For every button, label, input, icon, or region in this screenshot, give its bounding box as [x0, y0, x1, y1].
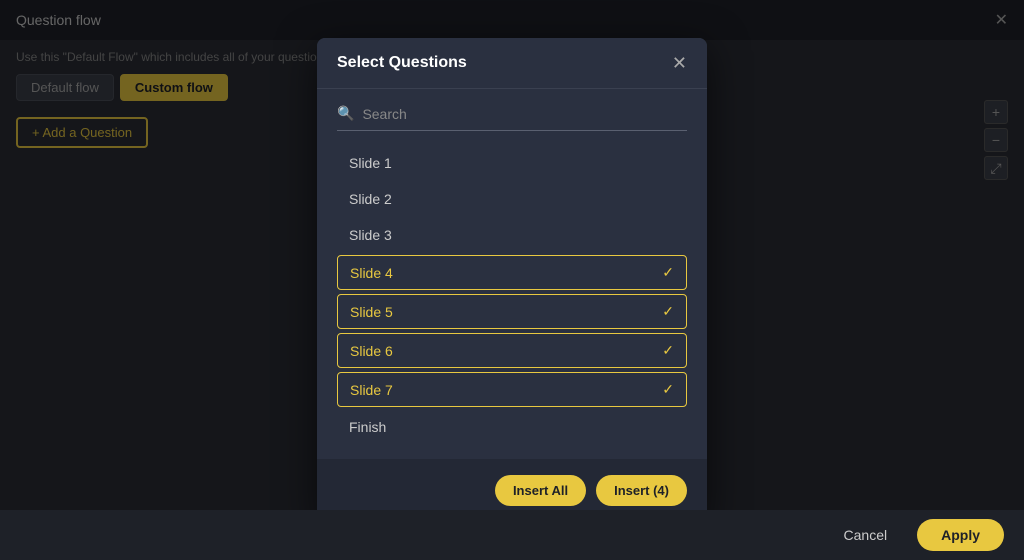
select-questions-modal: Select Questions ✕ 🔍 Slide 1 Slide 2 Slide… [317, 38, 707, 522]
search-input[interactable] [362, 106, 687, 122]
slide-label: Slide 6 [350, 343, 393, 359]
check-icon: ✓ [662, 303, 674, 320]
slide-label: Slide 7 [350, 382, 393, 398]
search-icon: 🔍 [337, 105, 354, 122]
slide-item[interactable]: Slide 3 [337, 219, 687, 251]
slide-label: Slide 1 [349, 155, 392, 171]
modal-close-button[interactable]: ✕ [672, 54, 687, 72]
slide-item[interactable]: Slide 2 [337, 183, 687, 215]
modal-header: Select Questions ✕ [317, 38, 707, 89]
check-icon: ✓ [662, 264, 674, 281]
search-container: 🔍 [337, 105, 687, 131]
slide-label: Slide 4 [350, 265, 393, 281]
slide-label: Slide 3 [349, 227, 392, 243]
bottom-bar: Cancel Apply [0, 510, 1024, 560]
check-icon: ✓ [662, 381, 674, 398]
modal-title: Select Questions [337, 54, 467, 72]
slide-list: Slide 1Slide 2Slide 3Slide 4✓Slide 5✓Sli… [337, 147, 687, 443]
slide-item[interactable]: Slide 6 ✓ [337, 333, 687, 368]
slide-item[interactable]: Finish [337, 411, 687, 443]
slide-item[interactable]: Slide 4 ✓ [337, 255, 687, 290]
slide-item[interactable]: Slide 5 ✓ [337, 294, 687, 329]
slide-label: Finish [349, 419, 386, 435]
insert-button[interactable]: Insert (4) [596, 475, 687, 506]
slide-label: Slide 2 [349, 191, 392, 207]
check-icon: ✓ [662, 342, 674, 359]
slide-item[interactable]: Slide 1 [337, 147, 687, 179]
insert-all-button[interactable]: Insert All [495, 475, 586, 506]
cancel-button[interactable]: Cancel [826, 519, 906, 551]
apply-button[interactable]: Apply [917, 519, 1004, 551]
slide-item[interactable]: Slide 7 ✓ [337, 372, 687, 407]
modal-body: 🔍 Slide 1Slide 2Slide 3Slide 4✓Slide 5✓S… [317, 89, 707, 459]
slide-label: Slide 5 [350, 304, 393, 320]
